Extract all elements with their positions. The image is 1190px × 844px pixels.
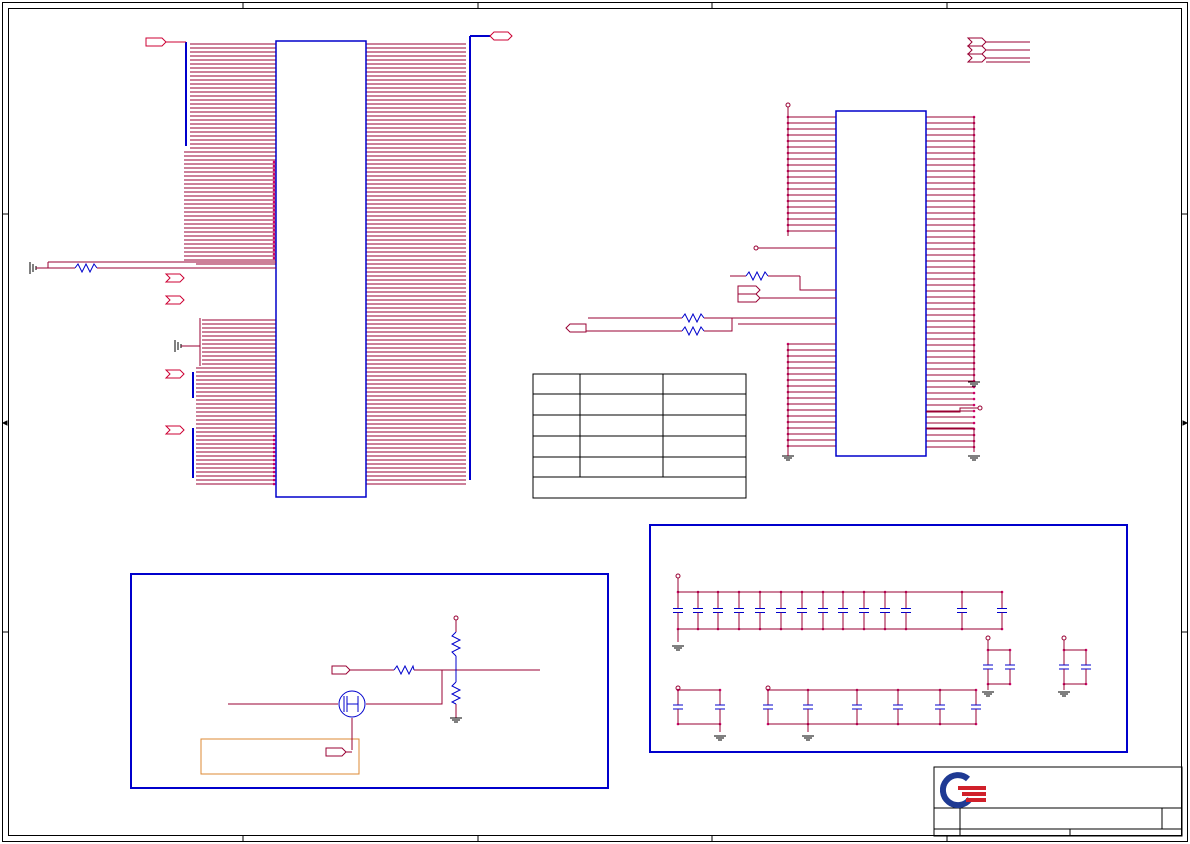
junction-dot	[972, 397, 976, 401]
junction-dot	[272, 216, 276, 220]
junction-dot	[272, 196, 276, 200]
junction-dot	[272, 172, 276, 176]
junction-dot	[272, 474, 276, 478]
junction-dot	[272, 164, 276, 168]
junction-dot	[272, 188, 276, 192]
junction-dot	[972, 391, 976, 395]
junction-dot	[272, 450, 276, 454]
decoupling-block	[649, 524, 1128, 753]
mosfet-block	[130, 573, 609, 789]
junction-dot	[272, 180, 276, 184]
junction-dot	[272, 442, 276, 446]
junction-dot	[972, 421, 976, 425]
junction-dot	[272, 220, 276, 224]
junction-dot	[272, 462, 276, 466]
schematic-sheet	[1, 2, 1189, 842]
junction-dot	[272, 458, 276, 462]
junction-dot	[272, 176, 276, 180]
junction-dot	[272, 454, 276, 458]
junction-dot	[972, 409, 976, 413]
zone-ticks	[1, 2, 1189, 842]
title-block-title	[960, 810, 1160, 828]
top-right-connectors	[966, 37, 1030, 63]
junction-dot	[272, 168, 276, 172]
junction-dot	[272, 446, 276, 450]
junction-dot	[272, 466, 276, 470]
sheet-border	[2, 2, 1188, 842]
junction-dot	[272, 204, 276, 208]
junction-dot	[272, 224, 276, 228]
junction-dot	[272, 482, 276, 486]
capacitor-row-2	[673, 648, 1091, 726]
right-connector-body	[835, 110, 927, 457]
junction-dot	[272, 434, 276, 438]
right-connector-wires	[786, 115, 976, 449]
left-connector-wires	[184, 43, 466, 486]
right-misc	[565, 102, 983, 452]
junction-dot	[272, 438, 276, 442]
junction-dot	[272, 470, 276, 474]
junction-dot	[972, 403, 976, 407]
junction-dot	[272, 248, 276, 252]
junction-dot	[272, 236, 276, 240]
junction-dot	[272, 200, 276, 204]
junction-dot	[272, 252, 276, 256]
left-gnd-symbol	[174, 340, 200, 352]
junction-dot	[272, 478, 276, 482]
junction-dot	[972, 415, 976, 419]
junction-dot	[272, 240, 276, 244]
junction-dot	[272, 192, 276, 196]
junction-dot	[272, 208, 276, 212]
junction-dot	[272, 184, 276, 188]
junction-dot	[272, 228, 276, 232]
left-bus	[185, 35, 490, 480]
junction-dot	[272, 256, 276, 260]
left-connector-body	[275, 40, 367, 498]
capacitor-row-1	[673, 590, 1007, 631]
junction-dot	[272, 244, 276, 248]
company-logo-icon	[939, 772, 986, 809]
junction-dot	[272, 160, 276, 164]
junction-dot	[272, 212, 276, 216]
pin-table	[532, 373, 747, 499]
junction-dot	[272, 232, 276, 236]
